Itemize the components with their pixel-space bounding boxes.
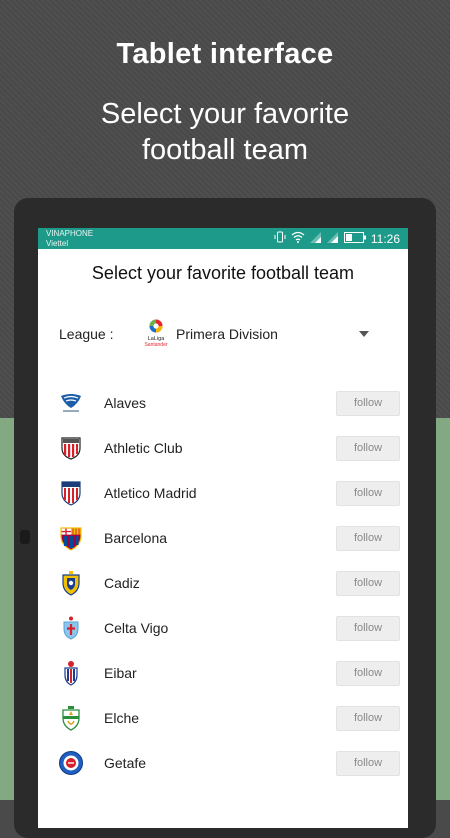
- team-name: Barcelona: [104, 530, 168, 546]
- team-row: Eibar follow: [38, 651, 408, 696]
- celta-vigo-crest-icon: [58, 615, 84, 641]
- league-value: Primera Division: [176, 326, 278, 342]
- laliga-logo-icon: LaLiga Santander: [139, 318, 173, 352]
- status-bar: VINAPHONE Viettel 11:26: [38, 228, 408, 249]
- team-name: Athletic Club: [104, 440, 183, 456]
- team-name: Eibar: [104, 665, 137, 681]
- signal-icon-2: [326, 230, 339, 248]
- battery-icon: [343, 230, 366, 248]
- follow-button[interactable]: follow: [336, 436, 400, 461]
- follow-button[interactable]: follow: [336, 661, 400, 686]
- athletic-club-crest-icon: [58, 435, 84, 461]
- cadiz-crest-icon: [58, 570, 84, 596]
- team-row: Barcelona follow: [38, 516, 408, 561]
- chevron-down-icon[interactable]: [359, 331, 369, 337]
- follow-button[interactable]: follow: [336, 481, 400, 506]
- signal-icon: [309, 230, 322, 248]
- barcelona-crest-icon: [58, 525, 84, 551]
- team-name: Cadiz: [104, 575, 140, 591]
- team-name: Getafe: [104, 755, 147, 771]
- promo-subtitle-line-2: football team: [141, 134, 309, 166]
- page-title: Select your favorite football team: [91, 263, 355, 283]
- league-selector[interactable]: League : LaLiga Santander Primera Divisi…: [59, 318, 389, 352]
- team-name: Alaves: [104, 395, 147, 411]
- follow-button[interactable]: follow: [336, 526, 400, 551]
- team-row: Cadiz follow: [38, 561, 408, 606]
- getafe-crest-icon: [58, 750, 84, 776]
- team-row: Elche follow: [38, 696, 408, 741]
- follow-button[interactable]: follow: [336, 391, 400, 416]
- vibrate-icon: [274, 230, 286, 248]
- promo-subtitle-line-1: Select your favorite: [100, 98, 350, 130]
- team-name: Elche: [104, 710, 140, 726]
- follow-button[interactable]: follow: [336, 616, 400, 641]
- team-name: Atletico Madrid: [104, 485, 197, 501]
- promo-title: Tablet interface: [116, 38, 334, 70]
- promo-subtitle: Select your favorite football team: [0, 96, 450, 168]
- eibar-crest-icon: [58, 660, 84, 686]
- alaves-crest-icon: [58, 390, 84, 416]
- carrier-label: VINAPHONE: [46, 229, 94, 238]
- laliga-logo-text-bottom: Santander: [144, 342, 167, 348]
- team-row: Athletic Club follow: [38, 426, 408, 471]
- team-row: Atletico Madrid follow: [38, 471, 408, 516]
- elche-crest-icon: [58, 705, 84, 731]
- status-icons: 11:26: [274, 231, 400, 246]
- tablet-screen: VINAPHONE Viettel 11:26 Select your favo…: [38, 228, 408, 828]
- team-name: Celta Vigo: [104, 620, 169, 636]
- team-list: Alaves follow Athletic Club follow Atlet…: [38, 381, 408, 786]
- follow-button[interactable]: follow: [336, 706, 400, 731]
- team-row: Alaves follow: [38, 381, 408, 426]
- wifi-icon: [291, 230, 305, 248]
- team-row: Celta Vigo follow: [38, 606, 408, 651]
- atletico-madrid-crest-icon: [58, 480, 84, 506]
- tablet-side-button: [20, 530, 30, 544]
- league-label: League :: [59, 326, 114, 342]
- carrier-label-secondary: Viettel: [46, 239, 69, 248]
- follow-button[interactable]: follow: [336, 571, 400, 596]
- status-time: 11:26: [370, 231, 400, 246]
- follow-button[interactable]: follow: [336, 751, 400, 776]
- team-row: Getafe follow: [38, 741, 408, 786]
